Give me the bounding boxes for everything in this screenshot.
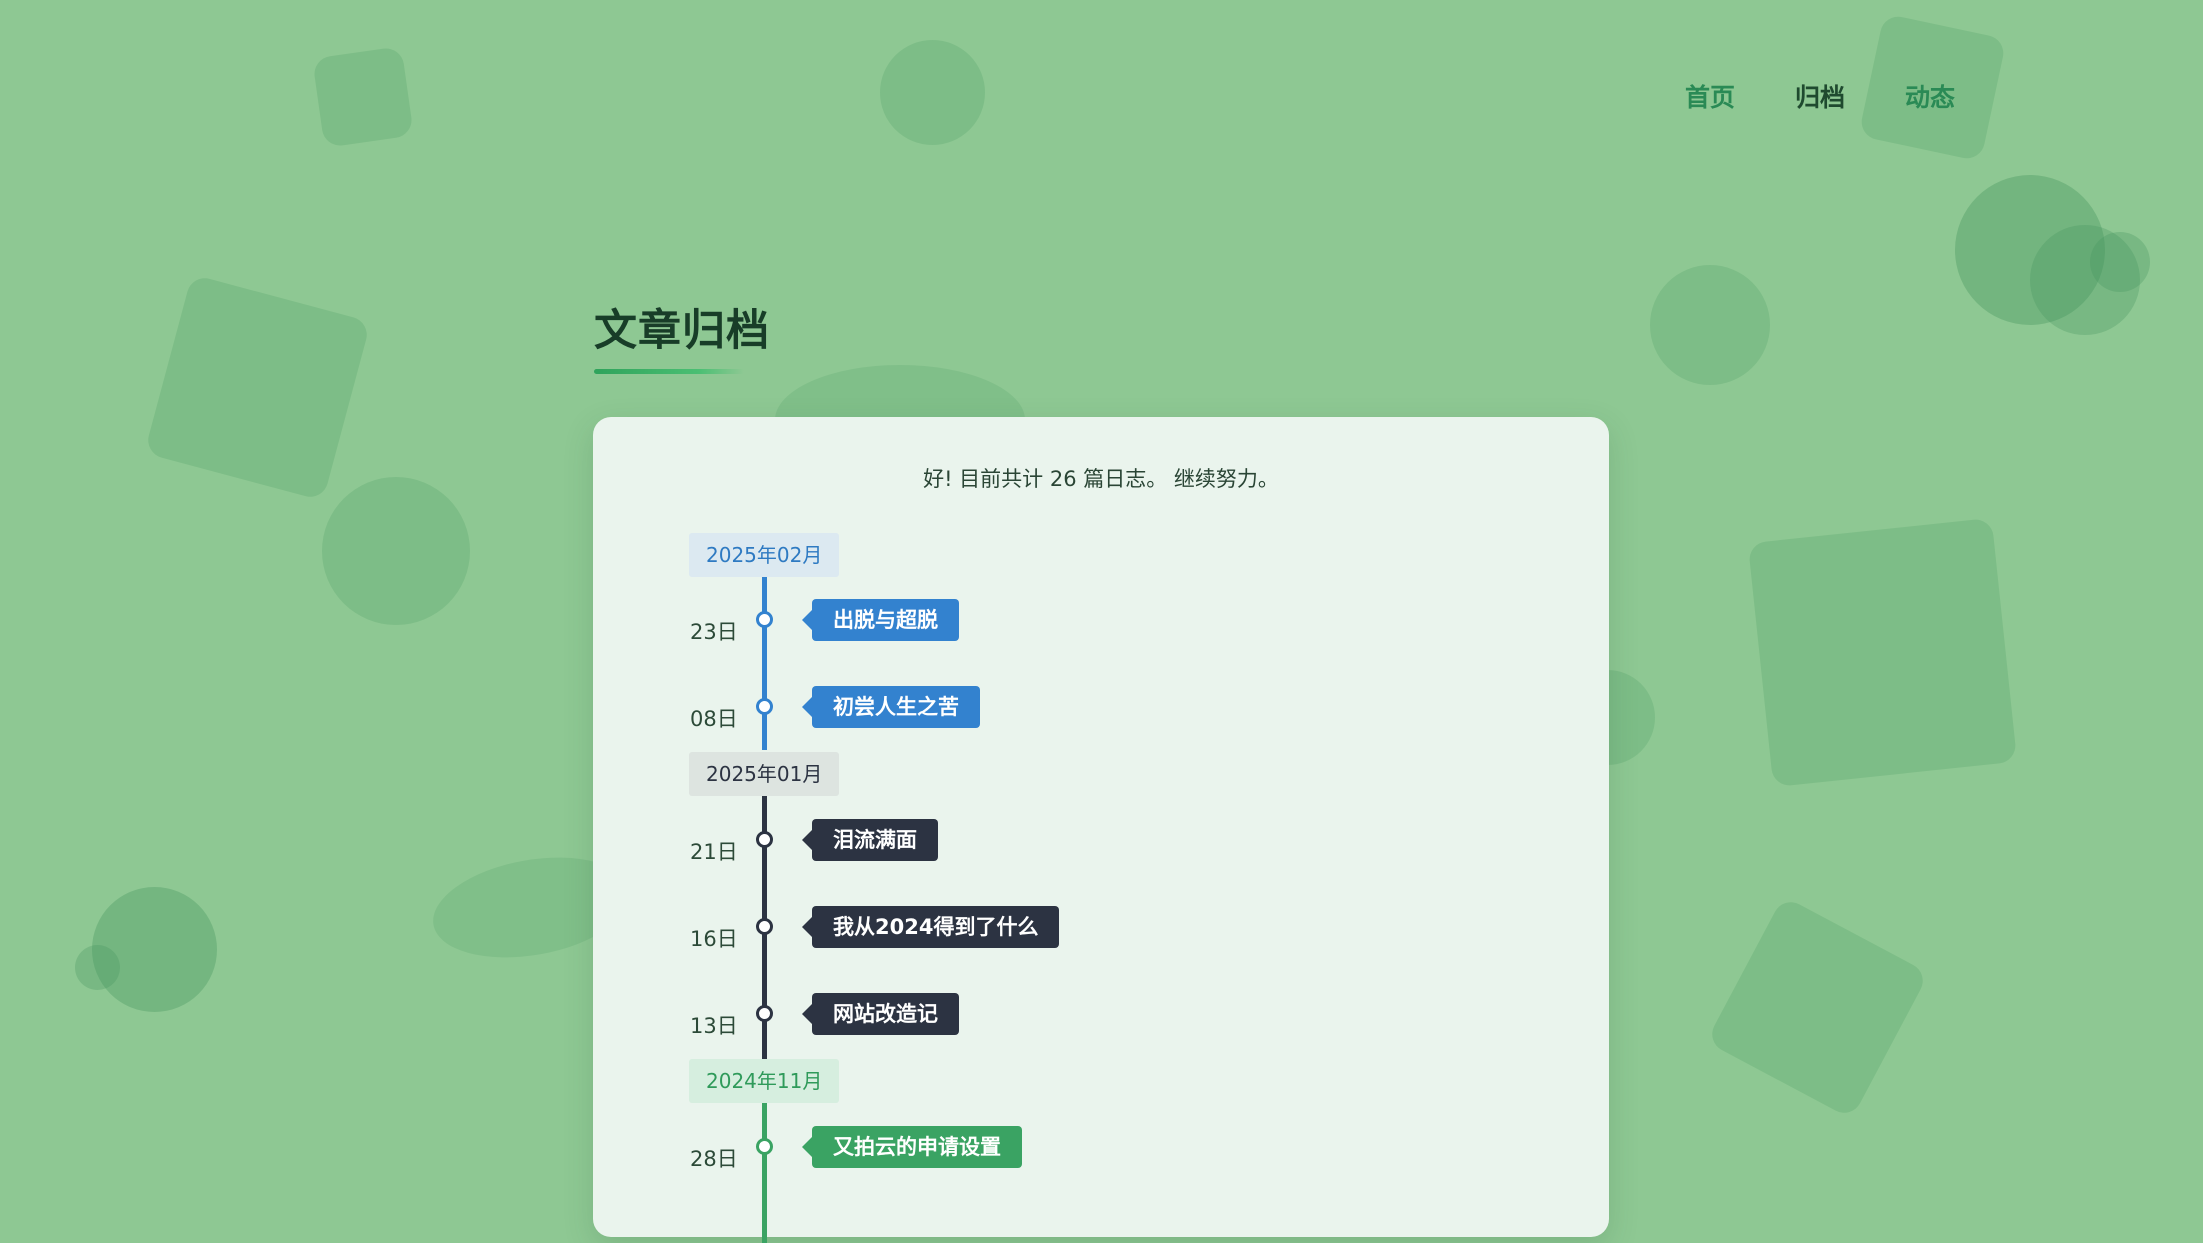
post-link[interactable]: 网站改造记 <box>802 993 959 1035</box>
timeline-dot <box>756 918 773 935</box>
month-label: 2024年11月 <box>689 1059 840 1103</box>
nav-archive-link[interactable]: 归档 <box>1795 78 1845 114</box>
post-link[interactable]: 泪流满面 <box>802 819 938 861</box>
post-day: 08日 <box>690 707 738 731</box>
month-label: 2025年02月 <box>689 533 840 577</box>
timeline-dot <box>756 611 773 628</box>
post-link[interactable]: 初尝人生之苦 <box>802 686 980 728</box>
page-title: 文章归档 <box>594 306 770 356</box>
post-day: 21日 <box>690 840 738 864</box>
timeline-dot <box>756 831 773 848</box>
post-day: 13日 <box>690 1014 738 1038</box>
decorative-square <box>144 274 371 501</box>
post-link[interactable]: 我从2024得到了什么 <box>801 906 1060 948</box>
nav-home-link[interactable]: 首页 <box>1685 78 1735 114</box>
timeline-line-2025-02 <box>762 575 767 750</box>
title-underline <box>594 369 744 374</box>
decorative-circle <box>322 477 470 625</box>
top-nav: 首页 归档 动态 <box>1685 78 1955 114</box>
decorative-circle <box>880 40 985 145</box>
post-day: 23日 <box>690 620 738 644</box>
archive-summary: 好! 目前共计 26 篇日志。 继续努力。 <box>923 467 1279 491</box>
month-label: 2025年01月 <box>689 752 840 796</box>
post-link[interactable]: 又拍云的申请设置 <box>802 1126 1022 1168</box>
decorative-circle <box>75 945 120 990</box>
decorative-square <box>1705 895 1930 1120</box>
timeline-dot <box>756 1005 773 1022</box>
archive-card: 好! 目前共计 26 篇日志。 继续努力。 2025年02月 23日 出脱与超脱… <box>593 417 1609 1243</box>
decorative-circle <box>2090 232 2150 292</box>
timeline-line-2024-11 <box>762 1103 767 1243</box>
post-link[interactable]: 出脱与超脱 <box>802 599 959 641</box>
decorative-circle <box>1650 265 1770 385</box>
post-day: 28日 <box>690 1147 738 1171</box>
timeline-dot <box>756 1138 773 1155</box>
timeline-dot <box>756 698 773 715</box>
decorative-square <box>312 46 414 148</box>
nav-moments-link[interactable]: 动态 <box>1905 78 1955 114</box>
decorative-square <box>1747 517 2018 788</box>
post-day: 16日 <box>690 927 738 951</box>
